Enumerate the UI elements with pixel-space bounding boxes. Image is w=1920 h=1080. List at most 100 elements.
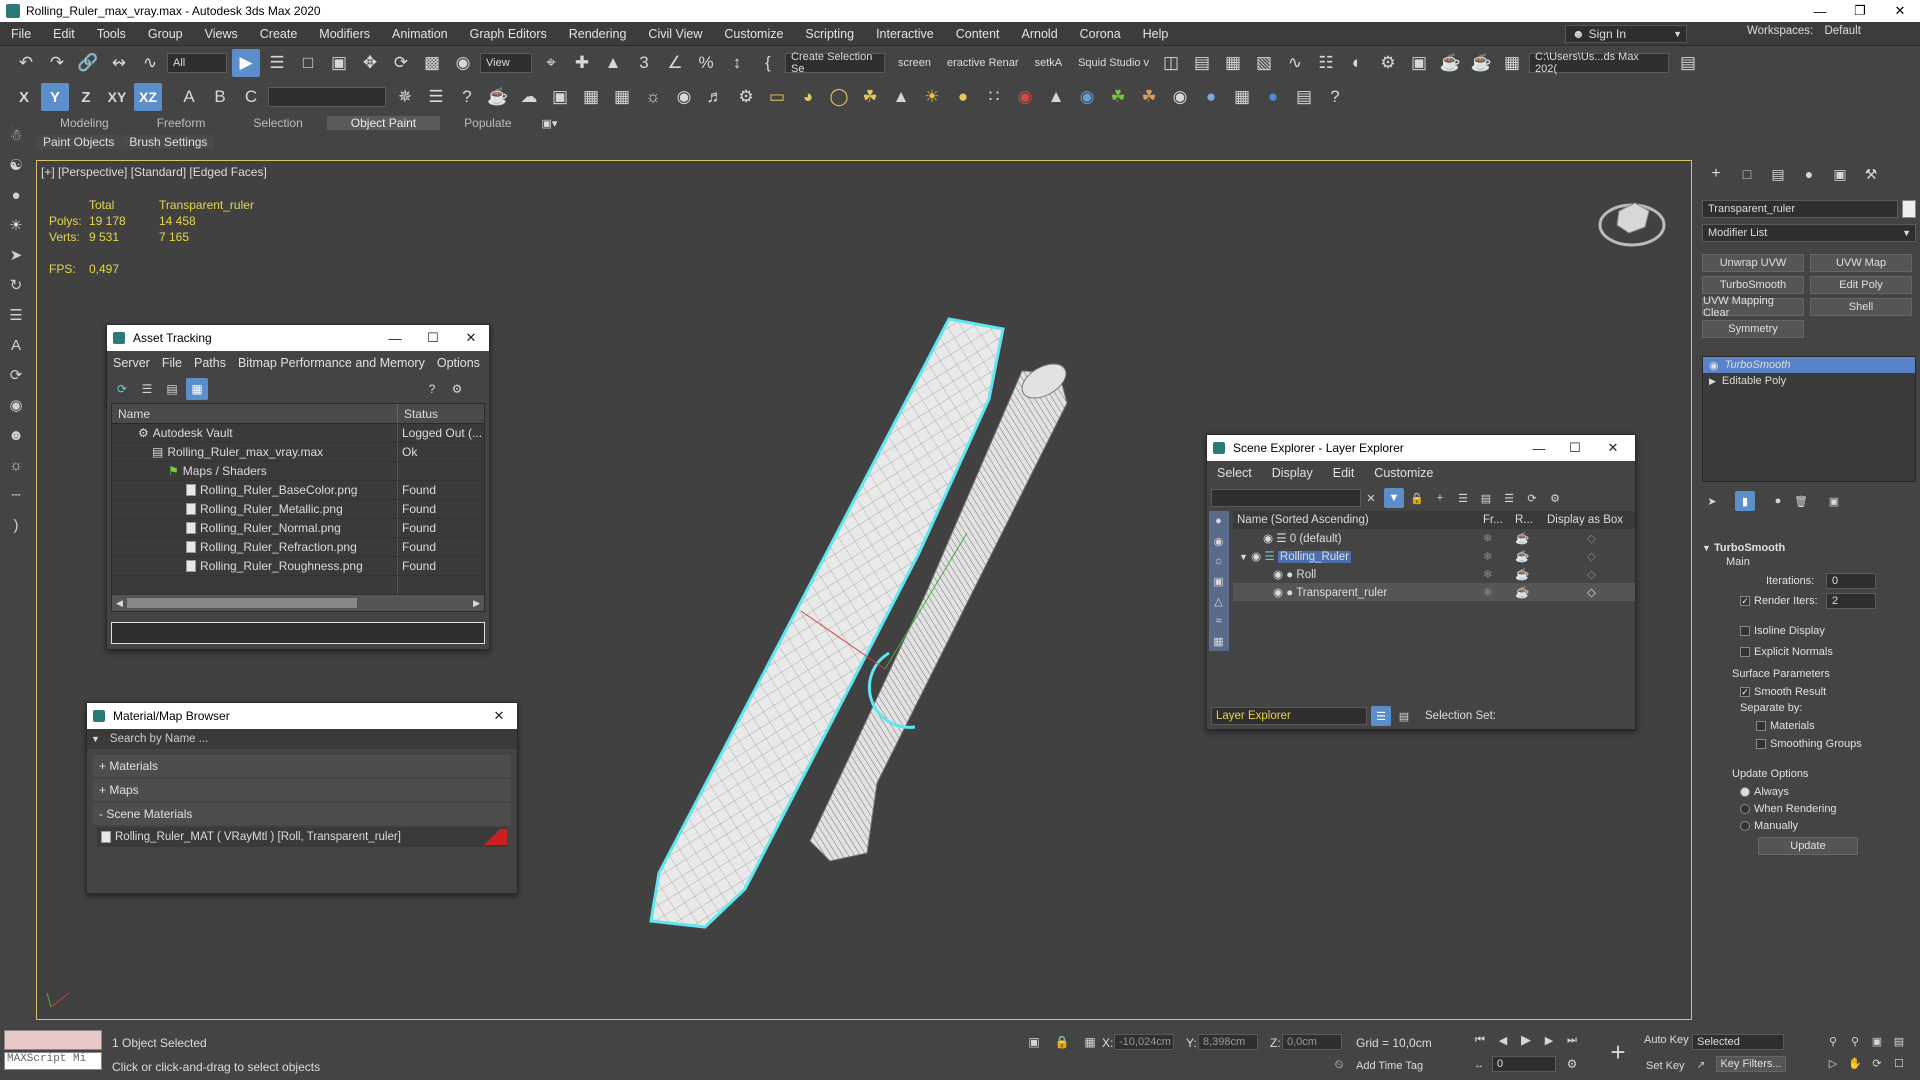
snaps-toggle-icon[interactable]: 3 [630,49,658,77]
freeze-icon[interactable]: ❄ [1483,549,1515,563]
rendered-frame-window-icon[interactable]: ▣ [1405,49,1433,77]
menu-create[interactable]: Create [249,27,309,41]
redo-icon[interactable]: ↷ [43,49,71,77]
viewcube[interactable] [1597,191,1667,251]
column-display-as-box[interactable]: Display as Box [1547,514,1623,526]
layer-explorer-icon[interactable]: ☰ [1371,706,1391,726]
x-coordinate-field[interactable]: -10,024cm [1114,1034,1174,1050]
iterations-spinner[interactable]: 0 [1826,573,1876,589]
scatter-icon[interactable]: ∷ [980,83,1008,111]
box-icon[interactable]: ◇ [1547,549,1596,563]
menu-tools[interactable]: Tools [86,27,137,41]
render-iters-checkbox[interactable]: ✓ Render Iters: [1740,595,1818,607]
light-icon[interactable]: ● [6,185,26,205]
render-iterative-icon[interactable]: ☕ [1467,49,1495,77]
field-of-view-icon[interactable]: ▷ [1823,1053,1843,1073]
isolate-selection-icon[interactable]: ▣ [1024,1032,1044,1052]
rotate-view-icon[interactable]: ↻ [6,275,26,295]
manually-radio[interactable]: Manually [1740,820,1798,832]
axis-xy-button[interactable]: XY [103,83,131,111]
grid-icon[interactable]: ▦ [608,83,636,111]
menu-animation[interactable]: Animation [381,27,459,41]
spinner-snap-icon[interactable]: ↕ [723,49,751,77]
menu-select[interactable]: Select [1207,466,1262,480]
shell-button[interactable]: Shell [1810,298,1912,316]
uvw-map-button[interactable]: UVW Map [1810,254,1912,272]
bracket-icon[interactable]: ) [6,515,26,535]
zoom-all-icon[interactable]: ⚲ [1845,1031,1865,1051]
column-name[interactable]: Name [112,404,398,423]
scroll-left-icon[interactable]: ◀ [112,598,127,609]
place-icon[interactable]: ◉ [449,49,477,77]
reference-coord-dropdown[interactable]: View [480,53,532,73]
scene-search-input[interactable] [1211,489,1361,507]
box-icon[interactable]: ◇ [1547,531,1596,545]
freeze-icon[interactable]: ❄ [1483,585,1515,599]
freeze-icon[interactable]: ❄ [1483,567,1515,581]
selection-filter-dropdown[interactable]: All [167,53,227,73]
maxscript-listener-pink[interactable] [4,1030,102,1050]
select-manipulate-icon[interactable]: ✚ [568,49,596,77]
clear-search-icon[interactable]: ✕ [1361,488,1381,508]
filter-shapes-icon[interactable]: ◉ [1208,531,1229,551]
render-activeshade-icon[interactable]: ▦ [1498,49,1526,77]
minimize-button[interactable]: — [1800,0,1840,22]
column-status[interactable]: Status [398,404,482,423]
render-production-icon[interactable]: ☕ [1436,49,1464,77]
menu-customize[interactable]: Customize [713,27,794,41]
hierarchy-tab-icon[interactable]: ▤ [1764,160,1792,188]
blue-sphere-icon[interactable]: ● [1197,83,1225,111]
minimize-button[interactable]: — [1521,435,1557,461]
tree-icon[interactable]: ▲ [1042,83,1070,111]
show-end-result-icon[interactable]: ▮ [1735,491,1755,511]
time-config-icon[interactable]: ↔ [1470,1056,1488,1074]
zoom-extents-icon[interactable]: ▣ [1867,1031,1887,1051]
object-color-swatch[interactable] [1902,200,1916,218]
go-to-end-icon[interactable]: ⏭ [1562,1030,1582,1050]
selection-lock-icon[interactable]: 🔒 [1052,1032,1072,1052]
sync-selection-icon[interactable]: ⟳ [1522,488,1542,508]
asset-path-field[interactable] [111,622,485,644]
sun-tool-icon[interactable]: ☀ [6,215,26,235]
fur-icon[interactable]: ☘ [856,83,884,111]
maximize-viewport-icon[interactable]: ☐ [1889,1053,1909,1073]
menu-scripting[interactable]: Scripting [794,27,865,41]
layer-row-rolling-ruler[interactable]: ▼ ◉ ☰ Rolling_Ruler ❄ ☕ ◇ [1233,547,1635,565]
menu-bitmap-performance[interactable]: Bitmap Performance and Memory [232,356,431,370]
list-icon[interactable]: ☰ [422,83,450,111]
filter-groups-icon[interactable]: ▦ [1208,631,1229,651]
tab-object-paint[interactable]: Object Paint [326,116,441,130]
box-icon[interactable]: ◇ [1547,567,1596,581]
menu-options[interactable]: Options [431,356,486,370]
menu-civil-view[interactable]: Civil View [637,27,713,41]
table-row[interactable]: Rolling_Ruler_BaseColor.png Found [112,481,484,500]
filter-lights-icon[interactable]: ☼ [1208,551,1229,571]
go-to-start-icon[interactable]: ⏮ [1470,1030,1490,1050]
pin-stack-icon[interactable]: ➤ [1702,491,1722,511]
hair-icon[interactable]: ☘ [1135,83,1163,111]
column-name[interactable]: Name (Sorted Ascending) [1233,514,1483,526]
angle-snap-icon[interactable]: ∠ [661,49,689,77]
key-mode-icon[interactable]: ↗ [1692,1056,1710,1074]
eye-icon[interactable]: ◉ [1273,569,1283,581]
edit-named-sets-icon[interactable]: { [754,49,782,77]
axis-x-button[interactable]: X [10,83,38,111]
time-tag-icon[interactable]: ⏲ [1330,1056,1348,1074]
plane-icon[interactable]: ▭ [763,83,791,111]
render-teapot-icon[interactable]: ☕ [1515,567,1547,581]
help-icon[interactable]: ? [421,378,443,400]
mirror-icon[interactable]: ◫ [1157,49,1185,77]
batch-render-icon[interactable]: ▤ [1290,83,1318,111]
table-row[interactable]: Rolling_Ruler_Roughness.png Found [112,557,484,576]
c-icon[interactable]: C [237,83,265,111]
sphere-light-icon[interactable]: ● [949,83,977,111]
modify-icon[interactable]: ☯ [6,155,26,175]
ribbon-options-icon[interactable]: ▣▾ [542,117,558,130]
rotate-icon[interactable]: ⟳ [387,49,415,77]
cursor-icon[interactable]: ➤ [6,245,26,265]
table-view-icon[interactable]: ▦ [186,378,208,400]
display-tab-icon[interactable]: ▣ [1826,160,1854,188]
particle-icon[interactable]: ✵ [391,83,419,111]
modifier-list-dropdown[interactable]: Modifier List ▼ [1702,224,1916,242]
menu-paths[interactable]: Paths [188,356,232,370]
